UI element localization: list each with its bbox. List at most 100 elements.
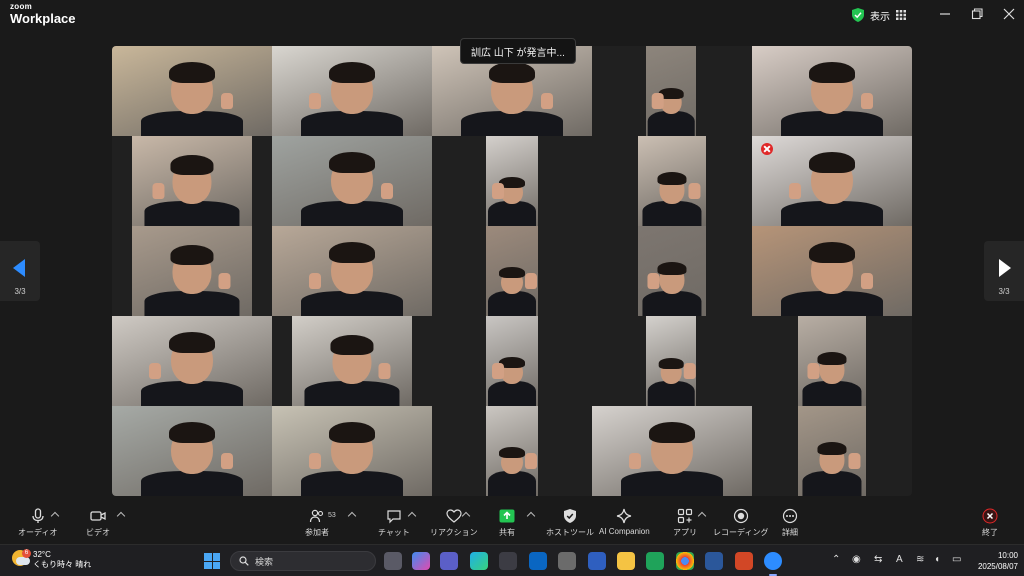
participant-video-tile[interactable] <box>798 406 866 496</box>
participant-video-tile[interactable] <box>486 406 538 496</box>
participant-video-tile[interactable] <box>272 136 432 226</box>
reactions-button[interactable]: リアクション <box>430 508 478 538</box>
video-button[interactable]: ビデオ <box>86 508 110 538</box>
restore-icon[interactable] <box>970 7 984 21</box>
participant-video-tile[interactable] <box>638 226 706 316</box>
microphone-icon <box>32 508 44 523</box>
participant-silhouette <box>802 316 862 406</box>
search-placeholder: 検索 <box>255 556 274 567</box>
recording-button[interactable]: レコーディング <box>713 508 768 538</box>
sparkle-icon <box>617 508 632 524</box>
next-page-button[interactable]: 3/3 <box>984 241 1024 301</box>
recording-label: レコーディング <box>713 528 769 537</box>
taskbar-search-box[interactable]: 検索 <box>230 551 376 571</box>
participant-silhouette <box>301 46 403 136</box>
participant-video-tile[interactable] <box>112 406 272 496</box>
battery-icon[interactable]: ▭ <box>952 554 961 565</box>
ai-companion-label: AI Companion <box>599 527 650 536</box>
end-meeting-button[interactable]: 終了 <box>982 508 998 538</box>
participant-silhouette <box>141 316 243 406</box>
share-button[interactable]: 共有 <box>499 508 515 538</box>
participants-caret-icon[interactable] <box>347 511 357 521</box>
previous-page-button[interactable]: 3/3 <box>0 241 40 301</box>
app-icon-blue[interactable] <box>588 552 606 570</box>
powerpoint-icon[interactable] <box>735 552 753 570</box>
snipping-tool-icon[interactable] <box>558 552 576 570</box>
thumbs-up-hand <box>860 273 873 289</box>
thumbs-up-hand <box>651 93 664 109</box>
host-tools-button[interactable]: ホストツール <box>546 508 594 538</box>
word-icon[interactable] <box>705 552 723 570</box>
participants-button[interactable]: 参加者 <box>305 508 329 538</box>
line-app-icon[interactable] <box>646 552 664 570</box>
show-hidden-icons-chevron-icon[interactable]: ⌃ <box>832 554 840 565</box>
participant-video-tile[interactable] <box>486 316 538 406</box>
hair <box>329 151 375 173</box>
participant-video-tile[interactable] <box>486 226 538 316</box>
thumbs-up-hand <box>540 93 553 109</box>
participant-video-tile[interactable] <box>272 226 432 316</box>
thumbs-up-hand <box>491 183 504 199</box>
participant-silhouette <box>488 226 538 316</box>
participant-video-tile[interactable] <box>638 136 706 226</box>
minimize-icon[interactable] <box>938 7 952 21</box>
thumbs-up-hand <box>688 183 701 199</box>
brand-small: zoom <box>10 2 33 11</box>
participant-video-tile[interactable] <box>798 316 866 406</box>
file-explorer-icon[interactable] <box>617 552 635 570</box>
participant-video-tile[interactable] <box>752 226 912 316</box>
close-icon[interactable] <box>1002 7 1016 21</box>
participant-video-tile[interactable] <box>112 46 272 136</box>
shirt <box>304 380 400 406</box>
participant-silhouette <box>141 46 243 136</box>
participant-video-tile[interactable] <box>752 46 912 136</box>
participant-video-tile[interactable] <box>272 406 432 496</box>
thumbs-up-hand <box>220 93 233 109</box>
muted-status-icon <box>761 143 773 155</box>
participant-video-tile[interactable] <box>592 406 752 496</box>
participant-video-tile[interactable] <box>646 46 696 136</box>
microsoft-store-icon[interactable] <box>499 552 517 570</box>
ai-companion-button[interactable]: AI Companion <box>599 508 650 536</box>
edge-browser-icon[interactable] <box>470 552 488 570</box>
thumbs-up-hand <box>629 453 642 469</box>
system-clock[interactable]: 10:00 2025/08/07 <box>966 550 1018 572</box>
participant-video-tile[interactable] <box>646 316 696 406</box>
wifi-status-icon[interactable]: ◉ <box>852 554 861 565</box>
participant-video-tile[interactable] <box>132 136 252 226</box>
outlook-icon[interactable] <box>529 552 547 570</box>
audio-button[interactable]: オーディオ <box>18 508 57 538</box>
thumbs-up-hand <box>218 273 231 289</box>
apps-button[interactable]: アプリ <box>673 508 697 538</box>
hair <box>649 421 695 443</box>
network-icon[interactable]: ⇆ <box>874 554 882 565</box>
apps-caret-icon[interactable] <box>697 511 707 521</box>
copilot-icon[interactable] <box>412 552 430 570</box>
windows-start-icon[interactable] <box>204 553 220 569</box>
participant-video-tile[interactable] <box>272 46 432 136</box>
participant-video-tile[interactable] <box>486 136 538 226</box>
shirt <box>141 470 243 496</box>
participant-silhouette <box>781 46 883 136</box>
shirt <box>141 380 243 406</box>
participant-video-tile[interactable] <box>752 136 912 226</box>
temperature: 32°C <box>33 550 51 559</box>
participant-silhouette <box>488 406 538 496</box>
teams-icon[interactable] <box>440 552 458 570</box>
participant-video-tile[interactable] <box>112 316 272 406</box>
more-button[interactable]: 詳細 <box>782 508 798 538</box>
video-caret-icon[interactable] <box>116 511 126 521</box>
chrome-icon[interactable] <box>676 552 694 570</box>
zoom-app-icon[interactable] <box>764 552 782 576</box>
ime-indicator[interactable]: A <box>896 554 903 565</box>
shield-icon <box>564 509 576 523</box>
share-caret-icon[interactable] <box>526 511 536 521</box>
chat-button[interactable]: チャット <box>378 508 410 538</box>
wifi-icon[interactable]: ≋ <box>916 554 924 565</box>
speaker-icon[interactable]: ◖ <box>934 554 940 565</box>
thumbs-up-hand <box>684 363 696 379</box>
participant-video-tile[interactable] <box>132 226 252 316</box>
task-view-icon[interactable] <box>384 552 402 570</box>
view-button[interactable]: 表示 <box>852 6 906 24</box>
participant-video-tile[interactable] <box>292 316 412 406</box>
